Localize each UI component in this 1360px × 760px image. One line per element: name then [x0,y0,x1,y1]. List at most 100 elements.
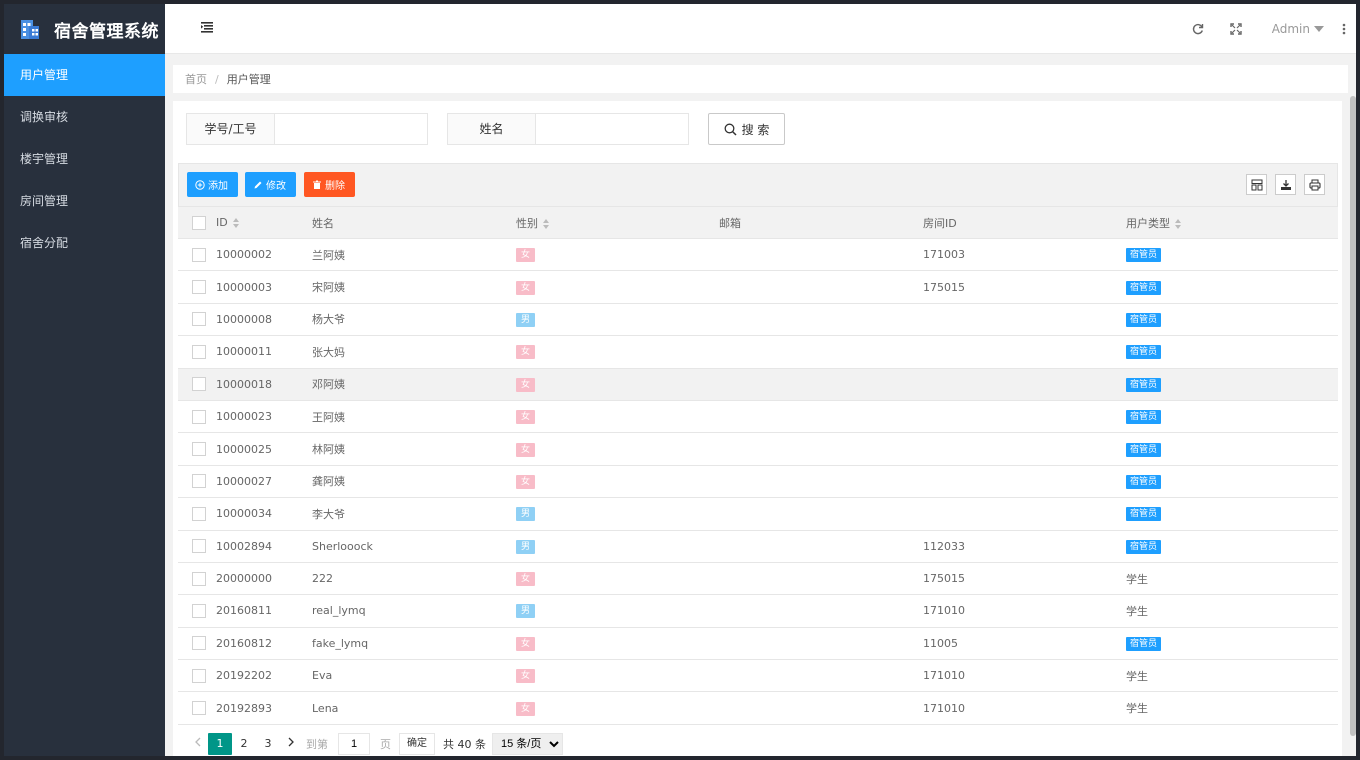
delete-button-label: 删除 [325,181,345,192]
table-row[interactable]: 20160811 real_lymq 男 171010 学生 [178,594,1338,628]
row-checkbox[interactable] [192,377,206,392]
table-row[interactable]: 10000025 林阿姨女 宿管员 [178,432,1338,466]
table-row[interactable]: 20192202 Eva 女 171010 学生 [178,659,1338,693]
page-button-2[interactable]: 2 [232,733,256,755]
name-input[interactable] [536,114,688,144]
cell-name: 邓阿姨 [312,368,516,401]
gender-badge: 女 [516,280,536,295]
row-checkbox[interactable] [192,280,206,295]
columns-filter-icon[interactable] [1246,174,1267,195]
column-header-id[interactable]: ID [216,206,312,239]
prev-page-icon[interactable] [186,737,208,750]
refresh-icon[interactable] [1192,23,1204,35]
cell-email [719,691,923,725]
sidebar-item-swap-review[interactable]: 调换审核 [4,96,165,138]
cell-room [923,368,1126,401]
row-checkbox[interactable] [192,506,206,521]
add-button[interactable]: 添加 [187,172,238,197]
sidebar-item-rooms[interactable]: 房间管理 [4,180,165,222]
gender-badge: 女 [516,442,536,457]
breadcrumb-home[interactable]: 首页 [185,71,207,87]
gender-badge: 男 [516,507,536,522]
row-checkbox[interactable] [192,442,206,457]
breadcrumb-separator: / [215,72,219,86]
search-button[interactable]: 搜 索 [708,113,785,145]
cell-room [923,303,1126,337]
row-select-cell [178,627,216,661]
row-checkbox[interactable] [192,571,206,586]
cell-gender: 男 [516,497,719,531]
row-checkbox[interactable] [192,344,206,359]
page-button-3[interactable]: 3 [256,733,280,755]
cell-name: 龚阿姨 [312,465,516,499]
goto-page-input[interactable] [338,732,370,755]
gender-badge: 男 [516,312,536,327]
select-all-checkbox[interactable] [192,215,206,230]
table-row[interactable]: 10000008 杨大爷男 宿管员 [178,303,1338,337]
row-checkbox[interactable] [192,409,206,424]
print-icon[interactable] [1304,174,1325,195]
cell-name: 李大爷 [312,497,516,531]
table-row[interactable]: 10000011 张大妈女 宿管员 [178,335,1338,369]
gender-badge: 女 [516,669,536,684]
fullscreen-icon[interactable] [1230,23,1242,35]
user-menu[interactable]: Admin [1272,22,1324,36]
table-row[interactable]: 20192893 Lena 女 171010 学生 [178,691,1338,725]
edit-button[interactable]: 修改 [245,172,296,197]
cell-room: 175015 [923,270,1126,304]
sidebar-item-users[interactable]: 用户管理 [4,54,165,96]
table-row[interactable]: 10000027 龚阿姨女 宿管员 [178,465,1338,499]
id-input[interactable] [275,114,427,144]
row-select-cell [178,691,216,725]
export-icon[interactable] [1275,174,1296,195]
goto-confirm-button[interactable]: 确定 [399,732,435,755]
sort-icon[interactable] [543,218,550,229]
sidebar-item-assignment[interactable]: 宿舍分配 [4,222,165,264]
row-checkbox[interactable] [192,247,206,262]
row-checkbox[interactable] [192,539,206,554]
row-checkbox[interactable] [192,474,206,489]
more-vertical-icon[interactable] [1342,23,1346,35]
cell-name: 兰阿姨 [312,238,516,272]
cell-gender: 男 [516,530,719,563]
table-row[interactable]: 20160812 fake_lymq 女 11005 宿管员 [178,627,1338,661]
table-row[interactable]: 10000034 李大爷男 宿管员 [178,497,1338,531]
cell-room [923,497,1126,531]
cell-room [923,335,1126,369]
cell-email [719,562,923,596]
table-row[interactable]: 20000000 222 女 175015 学生 [178,562,1338,596]
column-header-gender[interactable]: 性别 [516,206,719,239]
main-area: Admin 首页 / 用户管理 学号/工号 姓名 搜 索 添加 修改 删除 ID… [165,4,1356,756]
table-toolbar: 添加 修改 删除 [178,163,1338,206]
row-checkbox[interactable] [192,636,206,651]
table-row[interactable]: 10000023 王阿姨女 宿管员 [178,400,1338,434]
page-size-select[interactable]: 15 条/页 [492,732,563,755]
cell-room: 171003 [923,238,1126,272]
row-select-cell [178,594,216,628]
table-row[interactable]: 10000018 邓阿姨女 宿管员 [178,368,1338,401]
sidebar-item-buildings[interactable]: 楼宇管理 [4,138,165,180]
row-checkbox[interactable] [192,668,206,683]
delete-button[interactable]: 删除 [304,172,355,197]
cell-email [719,400,923,434]
scrollbar-thumb[interactable] [1350,96,1356,736]
scrollbar[interactable] [1350,96,1356,756]
row-checkbox[interactable] [192,312,206,327]
sort-icon[interactable] [232,218,240,228]
cell-id: 20000000 [216,562,312,596]
table-row[interactable]: 10002894 Sherlooock 男 112033 宿管员 [178,530,1338,563]
row-checkbox[interactable] [192,603,206,618]
gender-badge: 女 [516,701,536,716]
user-type-badge: 宿管员 [1126,636,1162,651]
row-checkbox[interactable] [192,701,206,716]
column-header-type[interactable]: 用户类型 [1126,206,1338,239]
sort-icon[interactable] [1175,218,1182,229]
user-type-badge: 宿管员 [1126,377,1162,392]
page-button-1[interactable]: 1 [208,732,232,755]
cell-room: 171010 [923,659,1126,693]
table-row[interactable]: 10000003 宋阿姨女 175015 宿管员 [178,270,1338,304]
menu-toggle-icon[interactable] [201,22,213,36]
next-page-icon[interactable] [280,737,302,750]
table-row[interactable]: 10000002 兰阿姨女 171003 宿管员 [178,238,1338,272]
cell-gender: 女 [516,270,719,304]
